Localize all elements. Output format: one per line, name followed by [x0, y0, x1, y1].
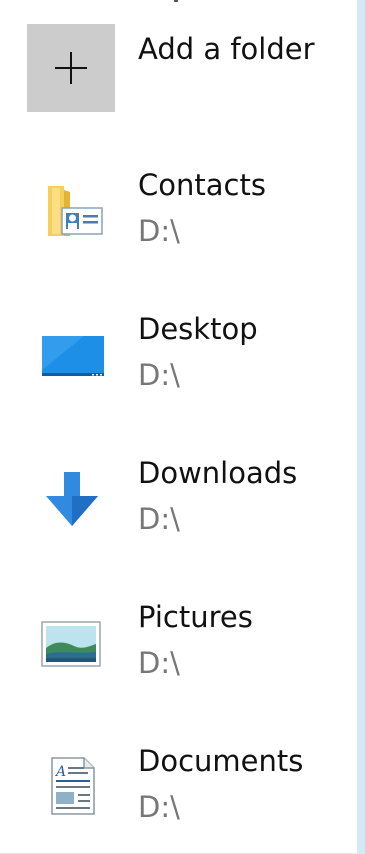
add-folder-label: Add a folder [138, 32, 315, 66]
scroll-hint [174, 0, 178, 2]
right-edge-border [357, 0, 365, 853]
folder-list-panel: Add a folder Contacts D:\ Desktop D:\ Do… [0, 0, 357, 853]
folder-path: D:\ [138, 646, 180, 680]
add-folder-tile[interactable] [27, 24, 115, 112]
folder-path: D:\ [138, 214, 180, 248]
folder-name: Desktop [138, 312, 258, 346]
folder-name: Downloads [138, 456, 298, 490]
plus-icon [55, 52, 87, 84]
folder-path: D:\ [138, 502, 180, 536]
svg-text:A: A [54, 764, 66, 780]
downloads-icon [46, 472, 98, 526]
desktop-icon [42, 336, 104, 376]
folder-item-downloads[interactable]: Downloads D:\ [40, 456, 355, 566]
folder-name: Contacts [138, 168, 266, 202]
folder-path: D:\ [138, 790, 180, 824]
folder-name: Pictures [138, 600, 253, 634]
contacts-folder-icon [48, 186, 103, 236]
pictures-icon [41, 621, 101, 667]
folder-path: D:\ [138, 358, 180, 392]
folder-item-documents[interactable]: A Documents D:\ [40, 744, 355, 854]
folder-item-desktop[interactable]: Desktop D:\ [40, 312, 355, 422]
folder-item-pictures[interactable]: Pictures D:\ [40, 600, 355, 710]
folder-item-contacts[interactable]: Contacts D:\ [40, 168, 355, 278]
add-folder-button[interactable]: Add a folder [27, 24, 347, 112]
documents-icon: A [51, 757, 95, 815]
folder-name: Documents [138, 744, 304, 778]
